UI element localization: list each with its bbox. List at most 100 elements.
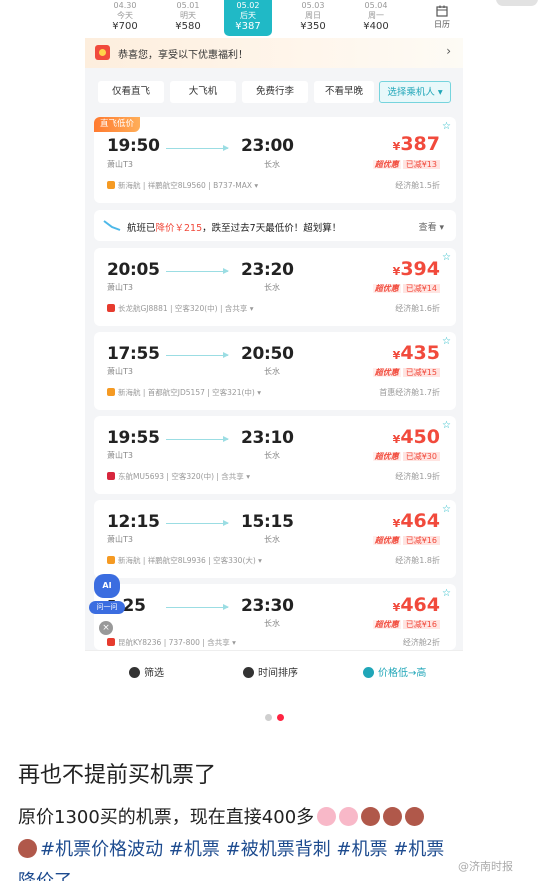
discount-tags: 超优惠 已减¥16	[372, 619, 440, 630]
arrival-airport: 长水	[264, 451, 280, 460]
star-icon[interactable]: ☆	[442, 121, 451, 132]
post-tail[interactable]: 降价了	[18, 871, 72, 881]
discount-label: 超优惠	[372, 368, 401, 377]
price-drop-notice[interactable]: 航班已降价￥215，跌至过去7天最低价！超划算！ 查看 ▾	[94, 210, 456, 241]
flight-card[interactable]: ▮:25 23:30 长水 昆航KY8236 | 737-800 | 含共享 ▾…	[94, 584, 456, 650]
date-tab-date: 05.03	[301, 1, 325, 10]
star-icon[interactable]: ☆	[442, 420, 451, 431]
notice-highlight: 降价￥215	[155, 223, 203, 234]
notice-text: 航班已降价￥215，跌至过去7天最低价！超划算！	[127, 220, 341, 234]
route-arrow-icon	[166, 268, 229, 274]
angry-emoji-icon	[383, 807, 403, 826]
time-sort-label: 时间排序	[258, 668, 298, 679]
post-view: { "dates": [ {"date": "04.30", "weekday"…	[0, 0, 554, 881]
discount-tags: 超优惠 已减¥15	[372, 367, 440, 378]
flight-card[interactable]: 直飞低价 19:50 23:00 萧山T3 长水 新海航 | 祥鹏航空8L956…	[94, 117, 456, 203]
date-tab-3[interactable]: 05.03 周日 ¥350	[285, 0, 341, 36]
price-icon	[363, 667, 374, 678]
flight-card[interactable]: 19:55 23:10 萧山T3 长水 东航MU5693 | 空客320(中) …	[94, 416, 456, 494]
pager-dot-active[interactable]	[277, 714, 284, 721]
airline-info: 新海航 | 祥鹏航空8L9560 | B737-MAX ▾	[107, 180, 258, 191]
date-tab-price: ¥700	[112, 21, 138, 32]
arrival-time: 20:50	[241, 344, 294, 364]
cabin-info: 经济舱1.6折	[395, 304, 440, 313]
airline-logo-icon	[107, 304, 115, 312]
filter-free-baggage[interactable]: 免费行李	[242, 81, 308, 103]
post-hashtags[interactable]: #机票价格波动 #机票 #被机票背刺 #机票 #机票	[40, 839, 444, 860]
date-tab-2-active[interactable]: 05.02 后天 ¥387	[224, 0, 272, 36]
price-value: 464	[400, 510, 440, 532]
ai-assistant-button[interactable]: AI 问一问	[89, 574, 125, 618]
select-passenger-button[interactable]: 选择乘机人 ▾	[379, 81, 451, 103]
arrival-airport: 长水	[264, 619, 280, 628]
filter-no-early-late[interactable]: 不看早晚	[314, 81, 374, 103]
flight-card[interactable]: 12:15 15:15 萧山T3 长水 新海航 | 祥鹏航空8L9936 | 空…	[94, 500, 456, 578]
calendar-button[interactable]: 日历	[429, 2, 455, 30]
discount-tags: 超优惠 已减¥30	[372, 451, 440, 462]
star-icon[interactable]: ☆	[442, 588, 451, 599]
price-value: 435	[400, 342, 440, 364]
trend-down-icon	[103, 220, 121, 231]
airline-logo-icon	[107, 388, 115, 396]
price: ¥450	[392, 426, 440, 448]
pager-dot[interactable]	[265, 714, 272, 721]
price-value: 450	[400, 426, 440, 448]
flight-list-screenshot: 04.30 今天 ¥700 05.01 明天 ¥580 05.02 后天 ¥38…	[85, 0, 463, 690]
cabin-info: 经济舱1.5折	[395, 181, 440, 190]
star-icon[interactable]: ☆	[442, 504, 451, 515]
departure-time: 19:50	[107, 136, 160, 156]
airline-text: 新海航 | 祥鹏航空8L9936 | 空客330(大) ▾	[118, 556, 262, 565]
price-value: 464	[400, 594, 440, 616]
gift-icon	[95, 45, 110, 60]
view-more-button[interactable]: 查看 ▾	[419, 220, 444, 233]
departure-airport: 萧山T3	[107, 283, 133, 292]
discount-label: 超优惠	[372, 536, 401, 545]
crying-emoji-icon	[317, 807, 337, 826]
flight-card[interactable]: 20:05 23:20 萧山T3 长水 长龙航GJ8881 | 空客320(中)…	[94, 248, 456, 326]
route-arrow-icon	[166, 604, 229, 610]
saving-label: 已减¥16	[402, 620, 440, 629]
discount-label: 超优惠	[372, 620, 401, 629]
cabin-info: 经济舱2折	[402, 638, 440, 647]
post-title: 再也不提前买机票了	[18, 763, 217, 788]
airline-info: 东航MU5693 | 空客320(中) | 含共享 ▾	[107, 471, 250, 482]
discount-label: 超优惠	[372, 284, 401, 293]
departure-time: 17:55	[107, 344, 160, 364]
date-tab-weekday: 今天	[117, 11, 133, 20]
angry-emoji-icon	[18, 839, 37, 858]
time-sort-button[interactable]: 时间排序	[243, 664, 298, 679]
route-arrow-icon	[166, 520, 229, 526]
price: ¥387	[392, 133, 440, 155]
post-body-text: 原价1300买的机票，现在直接400多	[18, 807, 315, 828]
promo-banner[interactable]: 恭喜您，享受以下优惠福利！ ›	[85, 38, 463, 68]
date-tab-weekday: 周日	[305, 11, 321, 20]
star-icon[interactable]: ☆	[442, 336, 451, 347]
airline-logo-icon	[107, 556, 115, 564]
filter-direct-only[interactable]: 仅看直飞	[98, 81, 164, 103]
saving-label: 已减¥15	[402, 368, 440, 377]
filter-button[interactable]: 筛选	[129, 664, 164, 679]
arrival-time: 23:00	[241, 136, 294, 156]
filter-large-plane[interactable]: 大飞机	[170, 81, 236, 103]
close-icon[interactable]: ×	[99, 621, 113, 635]
star-icon[interactable]: ☆	[442, 252, 451, 263]
sort-bar: 筛选 时间排序 价格低→高	[85, 650, 463, 690]
saving-label: 已减¥16	[402, 536, 440, 545]
airline-info: 新海航 | 祥鹏航空8L9936 | 空客330(大) ▾	[107, 555, 262, 566]
price-sort-button[interactable]: 价格低→高	[363, 664, 426, 679]
price-value: 394	[400, 258, 440, 280]
airline-text: 新海航 | 首都航空JD5157 | 空客321(中) ▾	[118, 388, 261, 397]
date-tab-1[interactable]: 05.01 明天 ¥580	[160, 0, 216, 36]
discount-label: 超优惠	[372, 452, 401, 461]
date-tab-4[interactable]: 05.04 周一 ¥400	[348, 0, 404, 36]
angry-emoji-icon	[405, 807, 425, 826]
image-pager[interactable]	[265, 714, 289, 722]
cabin-info: 经济舱1.9折	[395, 472, 440, 481]
saving-label: 已减¥14	[402, 284, 440, 293]
discount-label: 超优惠	[372, 160, 401, 169]
cabin-info: 首惠经济舱1.7折	[379, 388, 440, 397]
date-tab-0[interactable]: 04.30 今天 ¥700	[97, 0, 153, 36]
ai-assistant-label: 问一问	[89, 601, 125, 614]
date-tab-price: ¥387	[235, 21, 261, 32]
flight-card[interactable]: 17:55 20:50 萧山T3 长水 新海航 | 首都航空JD5157 | 空…	[94, 332, 456, 410]
